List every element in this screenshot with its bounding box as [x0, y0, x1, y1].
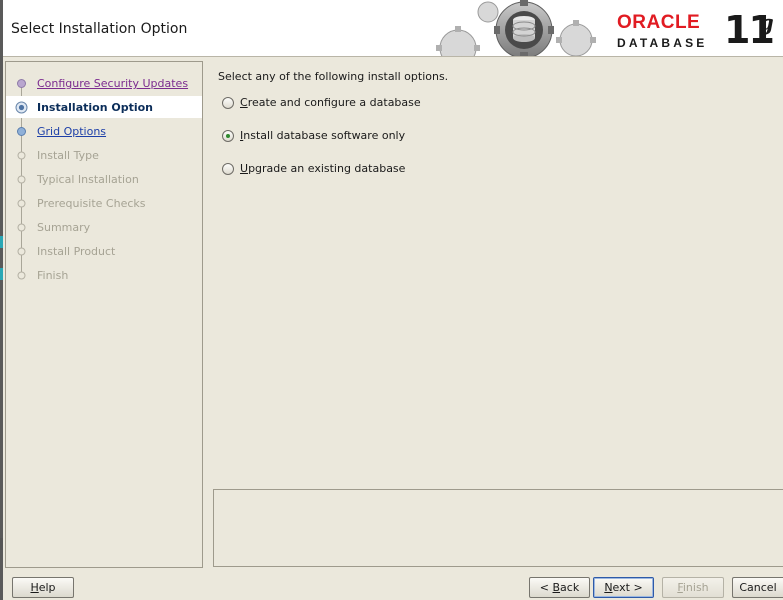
- step-label: Summary: [37, 221, 91, 234]
- database-logo-text: DATABASE: [617, 36, 708, 50]
- option-label: Create and configure a database: [240, 96, 421, 109]
- step-configure-security-updates[interactable]: Configure Security Updates: [6, 72, 202, 94]
- radio-button-selected[interactable]: [222, 130, 234, 142]
- step-finish: Finish: [6, 264, 202, 286]
- header-banner: Select Installation Option ORACLE DATABA…: [3, 0, 783, 57]
- step-label: Prerequisite Checks: [37, 197, 146, 210]
- step-pending-icon: [17, 151, 26, 160]
- help-button[interactable]: Help: [12, 577, 74, 598]
- next-button[interactable]: Next >: [593, 577, 654, 598]
- step-install-type: Install Type: [6, 144, 202, 166]
- step-pending-icon: [17, 199, 26, 208]
- message-pane: [213, 489, 783, 567]
- step-installation-option[interactable]: Installation Option: [6, 96, 202, 118]
- edge-marker: [0, 236, 3, 248]
- steps-panel: Configure Security Updates Installation …: [5, 61, 203, 568]
- step-label: Install Product: [37, 245, 116, 258]
- step-pending-icon: [17, 271, 26, 280]
- version-suffix: g: [759, 10, 774, 35]
- step-pending-icon: [17, 175, 26, 184]
- page-title: Select Installation Option: [11, 21, 188, 37]
- step-next-icon: [17, 127, 26, 136]
- step-grid-options[interactable]: Grid Options: [6, 120, 202, 142]
- edge-marker: [0, 538, 3, 550]
- step-label: Typical Installation: [37, 173, 139, 186]
- edge-marker: [0, 268, 3, 280]
- step-typical-installation: Typical Installation: [6, 168, 202, 190]
- step-prerequisite-checks: Prerequisite Checks: [6, 192, 202, 214]
- cancel-button[interactable]: Cancel: [732, 577, 783, 598]
- window-edge: [0, 0, 3, 600]
- step-label: Grid Options: [37, 125, 107, 138]
- gears-database-icon: [428, 0, 598, 56]
- step-current-icon: [15, 101, 28, 114]
- step-label: Finish: [37, 269, 69, 282]
- step-install-product: Install Product: [6, 240, 202, 262]
- oracle-logo: ORACLE: [617, 12, 701, 33]
- back-button[interactable]: < Back: [529, 577, 590, 598]
- step-label: Install Type: [37, 149, 99, 162]
- radio-button[interactable]: [222, 163, 234, 175]
- radio-button[interactable]: [222, 97, 234, 109]
- option-label: Install database software only: [240, 129, 406, 142]
- step-pending-icon: [17, 247, 26, 256]
- step-visited-icon: [17, 79, 26, 88]
- step-pending-icon: [17, 223, 26, 232]
- finish-button: Finish: [662, 577, 724, 598]
- option-label: Upgrade an existing database: [240, 162, 406, 175]
- step-label: Configure Security Updates: [37, 77, 189, 90]
- step-summary: Summary: [6, 216, 202, 238]
- install-options-prompt: Select any of the following install opti…: [218, 70, 449, 83]
- step-label: Installation Option: [37, 101, 154, 114]
